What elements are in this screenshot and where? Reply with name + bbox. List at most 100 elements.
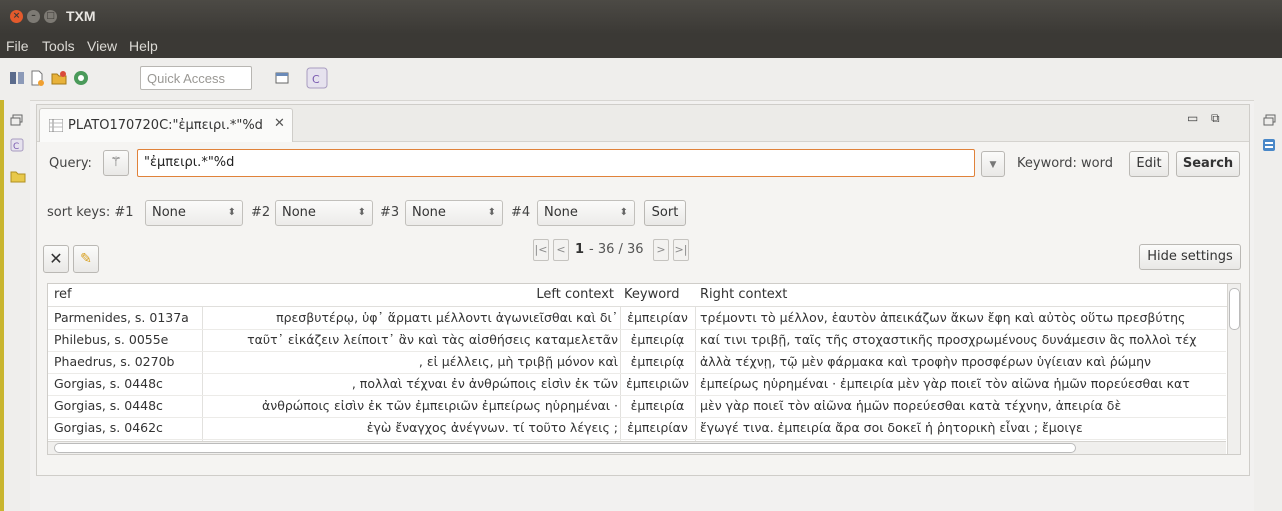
open-perspective-icon[interactable] (273, 69, 291, 87)
query-label: Query: (49, 156, 92, 171)
hide-settings-button[interactable]: Hide settings (1139, 244, 1241, 270)
sort-key-3-select[interactable]: None ⬍ (405, 200, 503, 226)
next-page-button[interactable]: > (653, 239, 669, 261)
maximize-window-button[interactable]: □ (44, 10, 57, 23)
quick-access-input[interactable]: Quick Access (140, 66, 252, 90)
cell-left-context: ταῦτ᾽ εἰκάζειν λείποιτ᾽ ἂν καὶ τὰς αἰσθή… (247, 332, 618, 347)
sort-key-1-select[interactable]: None ⬍ (145, 200, 243, 226)
cell-right-context: ἐμπείρως ηὑρημέναι · ἐμπειρία μὲν γὰρ πο… (700, 376, 1190, 391)
open-folder-icon[interactable] (50, 69, 68, 87)
cell-keyword: ἐμπειρία (630, 398, 685, 413)
title-bar: × – □ TXM (0, 0, 1282, 34)
minimize-window-button[interactable]: – (27, 10, 40, 23)
cell-ref: Gorgias, s. 0448c (54, 398, 163, 413)
tab-concordance[interactable]: PLATO170720C:"ἐμπειρι.*"%d ✕ (39, 108, 293, 142)
vertical-scrollbar[interactable] (1227, 284, 1240, 454)
cell-keyword: ἐμπειρίαν (627, 310, 688, 325)
svg-text:C: C (312, 73, 320, 86)
cell-right-context: ἀλλὰ τέχνῃ, τῷ μὲν φάρμακα καὶ τροφὴν πρ… (700, 354, 1151, 369)
cell-ref: Gorgias, s. 0448c (54, 376, 163, 391)
close-icon: ✕ (49, 249, 63, 268)
minimize-view-icon[interactable]: ▭ (1187, 111, 1198, 125)
first-page-button[interactable]: |< (533, 239, 549, 261)
cell-left-context: ἀνθρώποις εἰσὶν ἐκ τῶν ἐμπειριῶν ἐμπείρω… (262, 398, 618, 413)
keyword-property-label: Keyword: word (1017, 156, 1113, 171)
table-row[interactable]: Gorgias, s. 0448c ἀνθρώποις εἰσὶν ἐκ τῶν… (48, 395, 1226, 418)
cell-ref: Parmenides, s. 0137a (54, 310, 189, 325)
sort-key-4-value: None (544, 205, 578, 220)
tab-label: PLATO170720C:"ἐμπειρι.*"%d (68, 118, 263, 133)
editor-tab-bar: PLATO170720C:"ἐμπειρι.*"%d ✕ ▭ ⧉ (37, 105, 1249, 142)
query-input[interactable]: "ἐμπειρι.*"%d (137, 149, 975, 177)
concordance-icon (49, 119, 63, 132)
menu-tools[interactable]: Tools (42, 38, 75, 54)
cell-left-context: ἐγὼ ἔναγχος ἀνέγνων. τί τοῦτο λέγεις ; (366, 420, 618, 435)
cell-keyword: ἐμπειρίᾳ (630, 354, 685, 369)
table-row[interactable]: Philebus, s. 0055e ταῦτ᾽ εἰκάζειν λείποι… (48, 329, 1226, 352)
sort-key-3-label: #3 (380, 205, 400, 220)
horizontal-scrollbar[interactable] (48, 441, 1226, 454)
cell-right-context: μὲν γὰρ ποιεῖ τὸν αἰῶνα ἡμῶν πορεύεσθαι … (700, 398, 1122, 413)
delete-lines-button[interactable]: ✕ (43, 245, 69, 273)
vertical-scroll-thumb[interactable] (1229, 288, 1240, 330)
sort-button[interactable]: Sort (644, 200, 686, 226)
concordance-table: ref Left context Keyword Right context P… (47, 283, 1241, 455)
sort-key-3-value: None (412, 205, 446, 220)
table-row[interactable]: Gorgias, s. 0448c , πολλαὶ τέχναι ἐν ἀνθ… (48, 373, 1226, 396)
menu-file[interactable]: File (6, 38, 29, 54)
right-side-dock (1254, 100, 1282, 511)
restore-icon[interactable] (1263, 114, 1277, 126)
new-file-icon[interactable] (28, 69, 46, 87)
column-header-left-context[interactable]: Left context (206, 287, 614, 302)
cell-left-context: , πολλαὶ τέχναι ἐν ἀνθρώποις εἰσὶν ἐκ τῶ… (351, 376, 618, 391)
column-header-keyword[interactable]: Keyword (624, 287, 680, 302)
menu-view[interactable]: View (87, 38, 117, 54)
pencil-icon: ✎ (80, 251, 92, 267)
edit-lines-button[interactable]: ✎ (73, 245, 99, 273)
left-side-dock: C (0, 100, 30, 511)
sort-key-1-value: None (152, 205, 186, 220)
page-range-text: - 36 / 36 (589, 242, 644, 257)
menu-bar: File Tools View Help (0, 34, 1282, 58)
main-toolbar: Quick Access C (0, 58, 1282, 101)
sort-key-2-select[interactable]: None ⬍ (275, 200, 373, 226)
txm-perspective-icon[interactable]: C (306, 67, 328, 89)
concordance-editor: PLATO170720C:"ἐμπειρι.*"%d ✕ ▭ ⧉ Query: … (36, 104, 1250, 476)
last-page-button[interactable]: >| (673, 239, 689, 261)
table-row[interactable]: Gorgias, s. 0462c ἐγὼ ἔναγχος ἀνέγνων. τ… (48, 417, 1226, 440)
folder-icon[interactable] (10, 170, 26, 183)
close-window-button[interactable]: × (10, 10, 23, 23)
previous-page-button[interactable]: < (553, 239, 569, 261)
cell-ref: Phaedrus, s. 0270b (54, 354, 175, 369)
menu-help[interactable]: Help (129, 38, 158, 54)
sort-keys-label: sort keys: #1 (47, 205, 134, 220)
cell-right-context: τρέμοντι τὸ μέλλον, ἑαυτὸν ἀπεικάζων ἄκω… (700, 310, 1186, 325)
table-header: ref Left context Keyword Right context (48, 284, 1228, 307)
refresh-icon[interactable] (72, 69, 90, 87)
table-row[interactable]: Parmenides, s. 0137a πρεσβυτέρῳ, ὑφ᾽ ἅρμ… (48, 307, 1226, 330)
query-assist-button[interactable]: ⚚ (103, 150, 129, 176)
cell-left-context: πρεσβυτέρῳ, ὑφ᾽ ἅρματι μέλλοντι ἀγωνιεῖσ… (276, 310, 618, 325)
query-history-dropdown[interactable]: ▼ (981, 151, 1005, 177)
column-header-ref[interactable]: ref (54, 287, 72, 302)
cell-ref: Gorgias, s. 0462c (54, 420, 163, 435)
close-tab-icon[interactable]: ✕ (274, 116, 285, 131)
console-icon[interactable] (1262, 138, 1276, 152)
corpus-view-icon[interactable]: C (10, 138, 24, 152)
current-page-number[interactable]: 1 (575, 242, 584, 268)
chevron-down-icon: ▼ (989, 160, 997, 170)
sort-key-2-value: None (282, 205, 316, 220)
table-row[interactable]: Phaedrus, s. 0270b , εἰ μέλλεις, μὴ τριβ… (48, 351, 1226, 374)
cell-keyword: ἐμπειρίαν (627, 420, 688, 435)
sort-key-4-label: #4 (511, 205, 531, 220)
sort-key-4-select[interactable]: None ⬍ (537, 200, 635, 226)
horizontal-scroll-thumb[interactable] (54, 443, 1076, 453)
column-header-right-context[interactable]: Right context (700, 287, 787, 302)
wand-icon: ⚚ (110, 155, 122, 170)
corpus-icon[interactable] (8, 69, 26, 87)
edit-keyword-button[interactable]: Edit (1129, 151, 1169, 177)
search-button[interactable]: Search (1176, 151, 1240, 177)
restore-icon[interactable] (10, 114, 24, 126)
cell-ref: Philebus, s. 0055e (54, 332, 169, 347)
maximize-view-icon[interactable]: ⧉ (1211, 111, 1220, 126)
